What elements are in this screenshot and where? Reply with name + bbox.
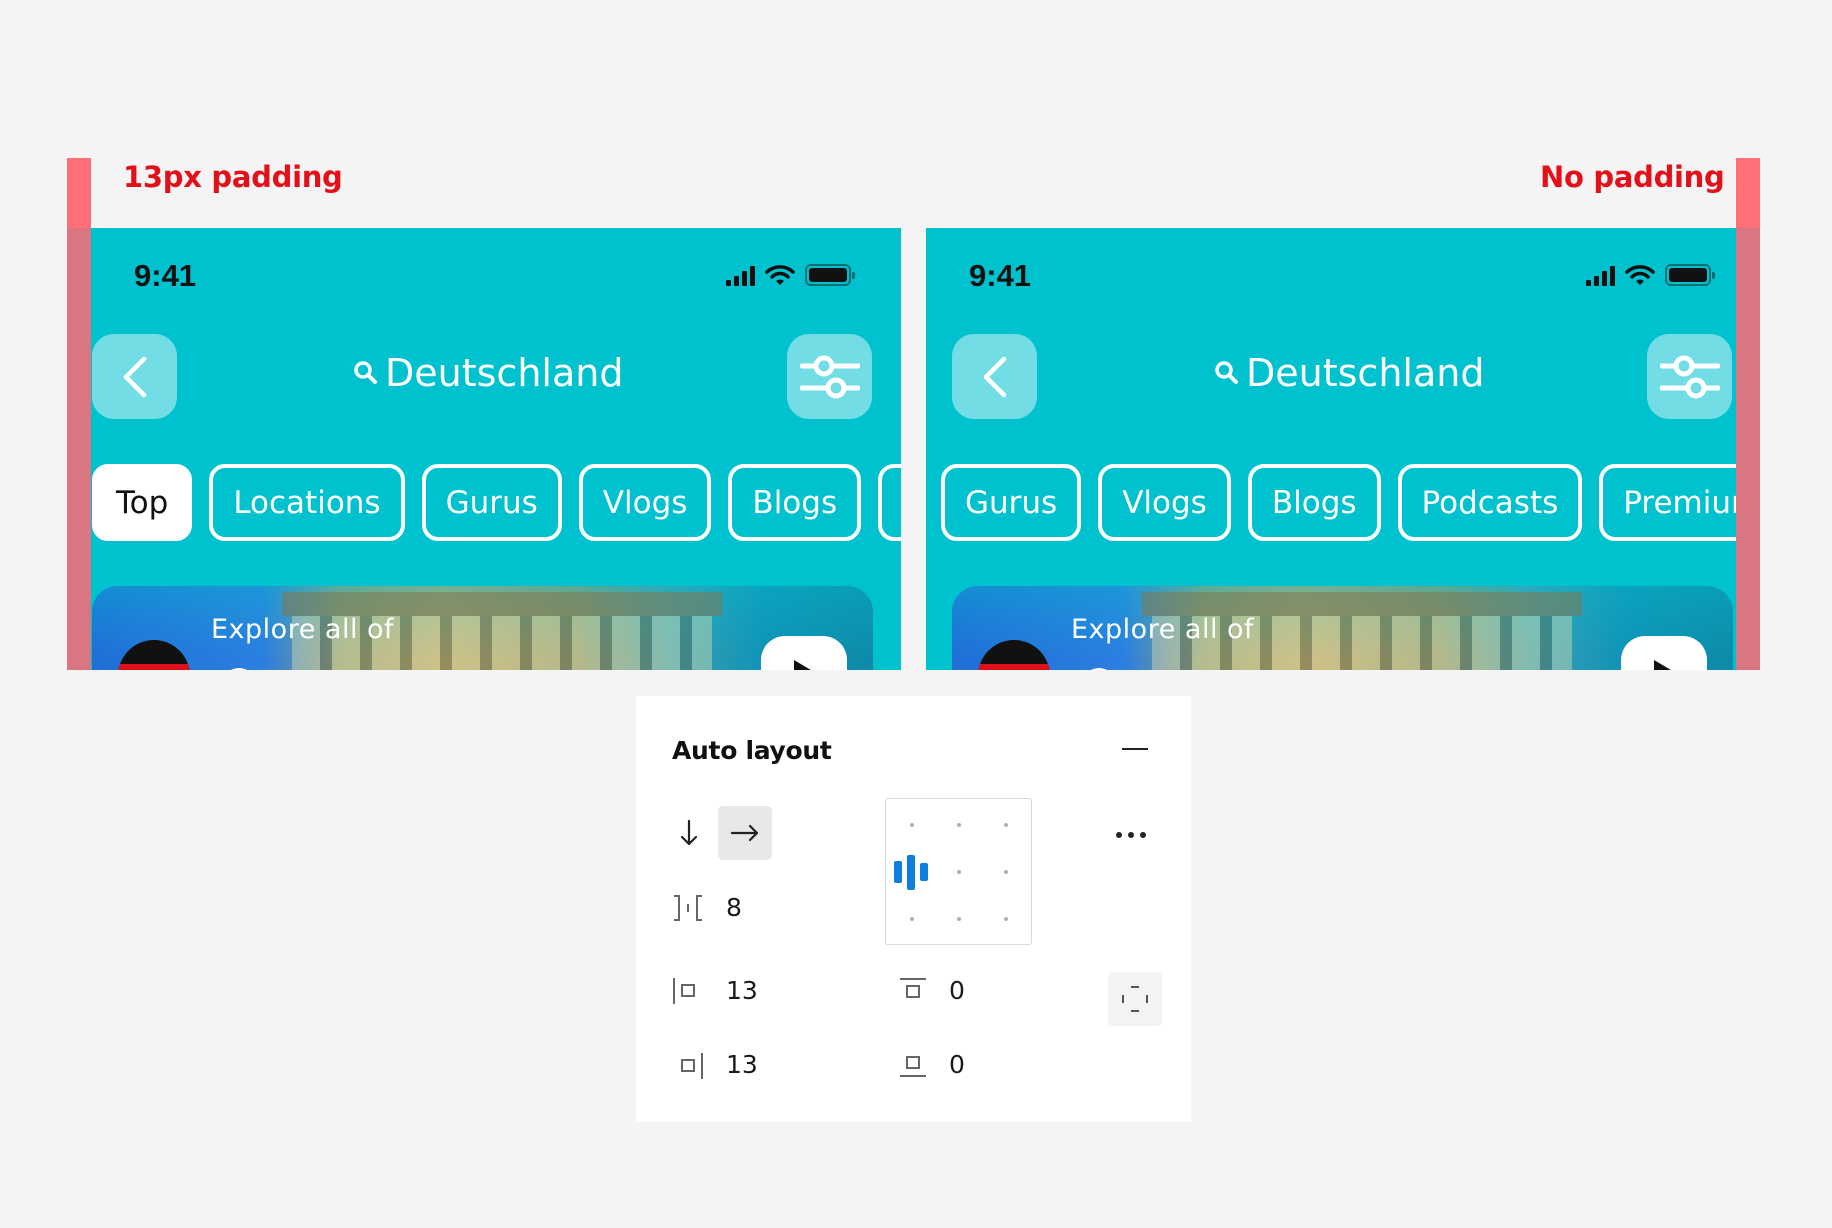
padding-top-input[interactable]: 0 [949, 976, 965, 1005]
explore-banner[interactable]: Explore all of [952, 586, 1733, 670]
explore-banner[interactable]: Explore all of [92, 586, 873, 670]
banner-title: Explore all of [211, 614, 395, 645]
sliders-icon [799, 355, 860, 398]
banner-title: Explore all of [1071, 614, 1255, 645]
padding-left-input[interactable]: 13 [726, 976, 758, 1005]
back-button[interactable] [952, 334, 1037, 419]
chip-vlogs[interactable]: Vlogs [1098, 464, 1231, 541]
padding-indicator-right [1736, 158, 1760, 228]
category-chips: Gurus Vlogs Blogs Podcasts Premium [941, 464, 1736, 541]
filter-button[interactable] [1647, 334, 1732, 419]
search-field[interactable]: Deutschland [1214, 351, 1484, 395]
chip-podcasts[interactable]: Podcasts [1397, 464, 1583, 541]
wifi-icon [765, 265, 795, 285]
play-icon [1654, 660, 1671, 670]
phone-preview-no-padding: 9:41 Deutschland Gurus Vlogs Blogs Podca… [926, 228, 1736, 670]
status-time: 9:41 [134, 258, 197, 293]
germany-flag-icon [118, 640, 190, 670]
signal-icon [1586, 266, 1615, 286]
status-time: 9:41 [969, 258, 1032, 293]
search-icon [1215, 361, 1238, 384]
chip-gurus[interactable]: Gurus [941, 464, 1082, 541]
arrow-right-icon [730, 824, 759, 842]
chip-podcasts[interactable]: Podcasts [878, 464, 901, 541]
category-chips: Top Locations Gurus Vlogs Blogs Podcasts [92, 464, 901, 541]
chip-blogs[interactable]: Blogs [728, 464, 862, 541]
padding-label-right: No padding [1540, 160, 1725, 194]
alignment-picker[interactable] [885, 798, 1032, 945]
padding-overlay-left [67, 228, 91, 670]
panel-title: Auto layout [672, 736, 832, 765]
search-text: Deutschland [385, 351, 624, 395]
search-icon [354, 361, 377, 384]
padding-right-input[interactable]: 13 [726, 1050, 758, 1079]
chip-premium[interactable]: Premium [1599, 464, 1736, 541]
padding-bottom-input[interactable]: 0 [949, 1050, 965, 1079]
spacing-between-icon [674, 895, 702, 921]
independent-padding-icon [1122, 986, 1148, 1012]
direction-horizontal-button[interactable] [718, 806, 772, 860]
chip-vlogs[interactable]: Vlogs [578, 464, 712, 541]
germany-flag-icon [978, 640, 1050, 670]
play-icon [794, 660, 811, 670]
phone-preview-with-padding: 9:41 Deutschland Top Locations Gurus Vlo… [91, 228, 901, 670]
independent-padding-button[interactable] [1108, 972, 1162, 1026]
padding-left-icon [673, 978, 695, 1004]
gap-input[interactable]: 8 [726, 893, 742, 922]
chevron-left-icon [123, 356, 146, 397]
padding-overlay-right [1736, 228, 1760, 670]
chip-locations[interactable]: Locations [209, 464, 405, 541]
back-button[interactable] [92, 334, 177, 419]
padding-indicator-left [67, 158, 91, 228]
wifi-icon [1625, 265, 1655, 285]
chip-top[interactable]: Top [92, 464, 193, 541]
search-field[interactable]: Deutschland [353, 351, 623, 395]
chip-blogs[interactable]: Blogs [1247, 464, 1381, 541]
auto-layout-panel: Auto layout 8 13 0 13 0 [636, 696, 1191, 1122]
battery-icon [1665, 264, 1715, 286]
chip-gurus[interactable]: Gurus [421, 464, 562, 541]
play-button[interactable] [1621, 636, 1707, 670]
status-icons [1586, 262, 1715, 286]
search-text: Deutschland [1246, 351, 1485, 395]
direction-vertical-button[interactable] [662, 806, 716, 860]
padding-bottom-icon [900, 1056, 926, 1077]
chevron-left-icon [983, 356, 1006, 397]
padding-label-left: 13px padding [123, 160, 343, 194]
status-icons [726, 262, 855, 286]
padding-top-icon [900, 978, 926, 998]
more-options-button[interactable] [1116, 832, 1146, 838]
remove-auto-layout-button[interactable] [1122, 748, 1148, 750]
arrow-down-icon [680, 819, 698, 846]
signal-icon [726, 266, 755, 286]
filter-button[interactable] [787, 334, 872, 419]
padding-right-icon [681, 1053, 703, 1079]
battery-icon [805, 264, 855, 286]
sliders-icon [1659, 355, 1720, 398]
play-button[interactable] [761, 636, 847, 670]
align-center-left-icon [894, 855, 928, 890]
